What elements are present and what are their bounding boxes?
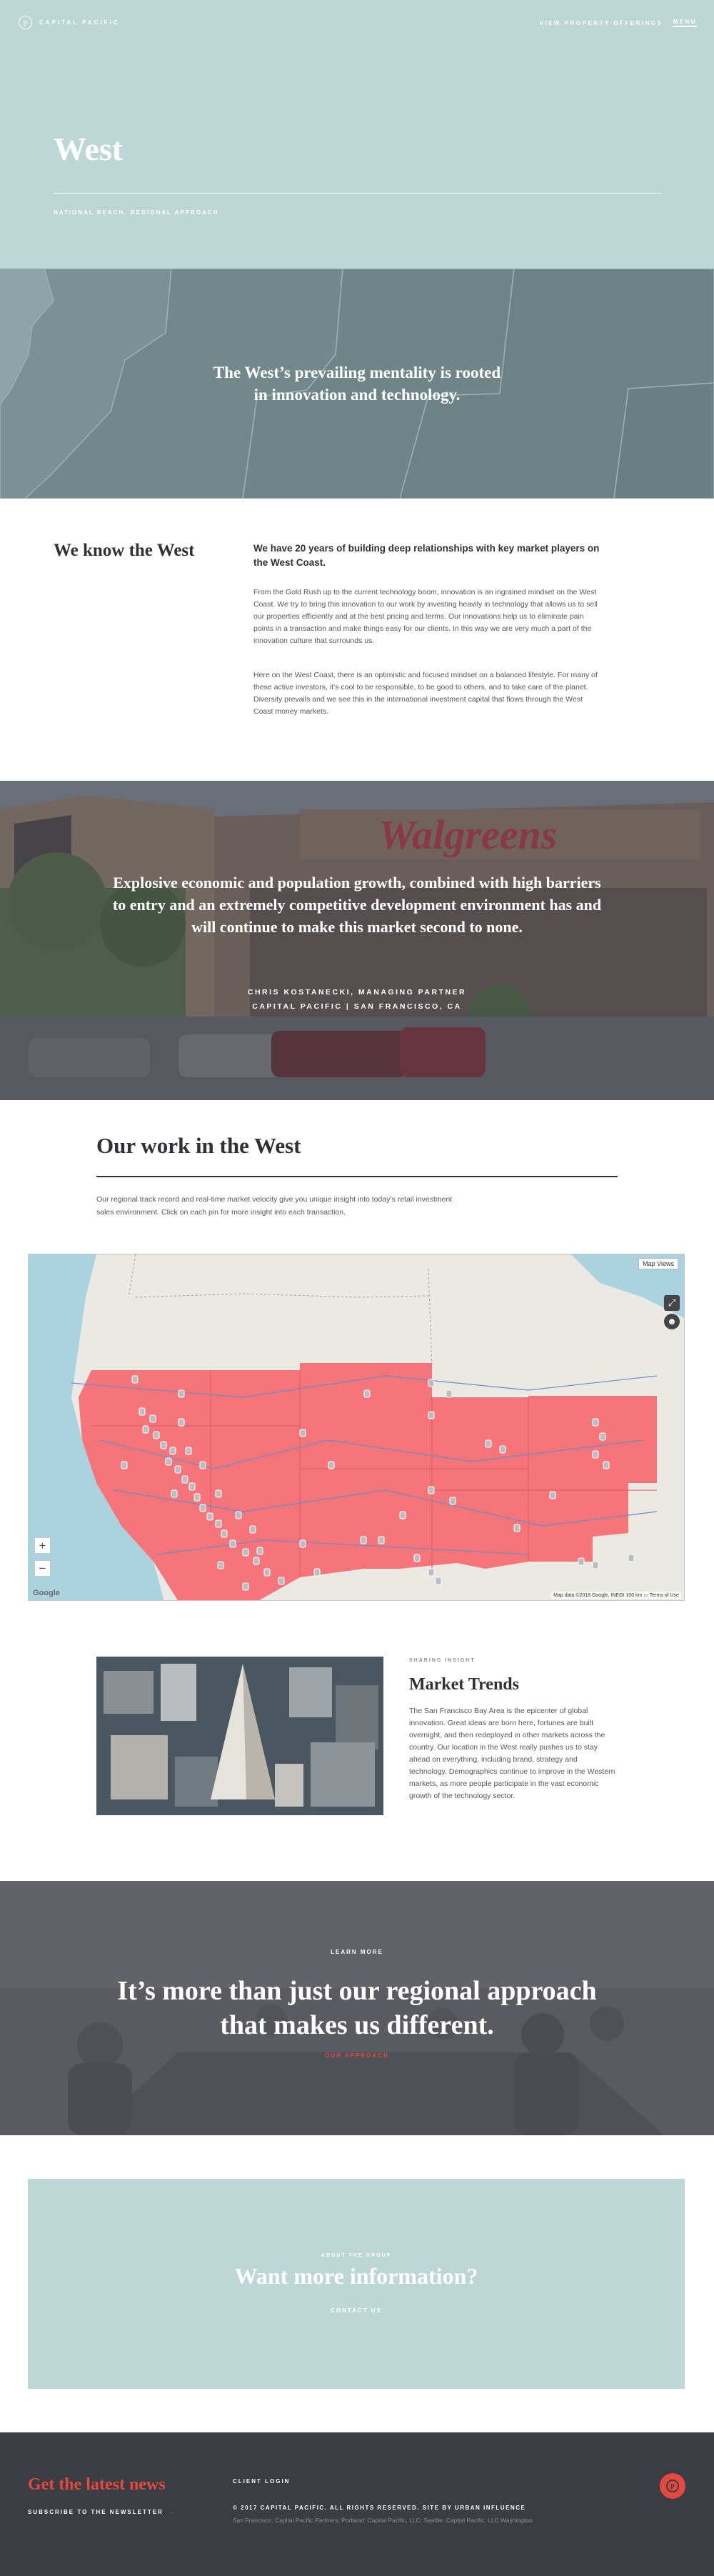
- page-title: West: [54, 131, 124, 167]
- more-information-heading: Want more information?: [234, 2263, 478, 2289]
- storefront-quote-section: Walgreens Explosive economic and populat…: [0, 781, 714, 1100]
- footer-logo-icon[interactable]: p: [660, 2473, 685, 2499]
- our-approach-link[interactable]: OUR APPROACH: [0, 2052, 714, 2059]
- our-work-description: Our regional track record and real-time …: [96, 1195, 453, 1217]
- subscribe-newsletter-link[interactable]: SUBSCRIBE TO THE NEWSLETTER →: [28, 2509, 176, 2515]
- arrow-right-icon: →: [169, 2509, 176, 2515]
- quote-attribution-company: CAPITAL PACIFIC | SAN FRANCISCO, CA: [252, 1002, 462, 1011]
- market-trends-photo: [96, 1657, 383, 1815]
- logo-text: CAPITAL PACIFIC: [39, 19, 120, 26]
- newsletter-heading: Get the latest news: [28, 2475, 166, 2494]
- nav-menu-button[interactable]: MENU: [673, 19, 697, 27]
- know-the-west-paragraph-1: From the Gold Rush up to the current tec…: [253, 588, 598, 645]
- mentality-banner: The West’s prevailing mentality is roote…: [0, 269, 714, 499]
- map-canvas[interactable]: [29, 1254, 685, 1601]
- top-nav: VIEW PROPERTY OFFERINGS MENU: [540, 19, 697, 27]
- more-information-box: ABOUT THE GROUP Want more information? C…: [28, 2179, 685, 2389]
- google-logo: Google: [33, 1589, 60, 1597]
- transactions-map[interactable]: Map Views ⤢ ☻ + − Google Map data ©2018 …: [28, 1254, 685, 1601]
- logo-mark-glyph: p: [24, 19, 27, 26]
- map-attribution[interactable]: Map data ©2018 Google, INEGI 100 km ▭ Te…: [551, 1592, 681, 1599]
- our-work-divider: [96, 1176, 618, 1177]
- zoom-out-button[interactable]: −: [34, 1560, 51, 1577]
- know-the-west-lead: We have 20 years of building deep relati…: [253, 543, 600, 568]
- zoom-in-button[interactable]: +: [34, 1537, 51, 1554]
- site-logo[interactable]: p CAPITAL PACIFIC: [19, 16, 120, 29]
- pegman-icon[interactable]: ☻: [664, 1314, 680, 1329]
- client-login-link[interactable]: CLIENT LOGIN: [233, 2478, 290, 2485]
- footer-logo-glyph: p: [666, 2480, 679, 2492]
- contact-us-link[interactable]: CONTACT US: [28, 2307, 685, 2314]
- know-the-west-heading: We know the West: [54, 541, 195, 560]
- managing-partner-quote: Explosive economic and population growth…: [112, 874, 602, 936]
- mentality-quote-line2: in innovation and technology.: [253, 386, 461, 404]
- logo-mark-icon: p: [19, 16, 32, 29]
- market-trends-body: The San Francisco Bay Area is the epicen…: [409, 1707, 615, 1800]
- trends-kicker: SHARING INSIGHT: [409, 1658, 476, 1663]
- know-the-west-paragraph-2: Here on the West Coast, there is an opti…: [253, 671, 598, 716]
- storefront-photo: Walgreens: [0, 781, 714, 1100]
- mentality-quote: The West’s prevailing mentality is roote…: [0, 361, 714, 406]
- quote-attribution-name: CHRIS KOSTANECKI, MANAGING PARTNER: [247, 988, 467, 997]
- hero-section: p CAPITAL PACIFIC VIEW PROPERTY OFFERING…: [0, 0, 714, 269]
- fullscreen-icon[interactable]: ⤢: [664, 1295, 680, 1311]
- hero-divider: [54, 193, 662, 194]
- learn-more-heading: It’s more than just our regional approac…: [117, 1976, 597, 2040]
- map-views-button[interactable]: Map Views: [638, 1258, 678, 1269]
- learn-more-kicker: LEARN MORE: [331, 1949, 383, 1955]
- mentality-quote-line1: The West’s prevailing mentality is roote…: [213, 364, 501, 381]
- site-footer: Get the latest news SUBSCRIBE TO THE NEW…: [0, 2432, 714, 2576]
- quote-attribution: CHRIS KOSTANECKI, MANAGING PARTNER CAPIT…: [0, 985, 714, 1014]
- hero-subtitle: NATIONAL REACH. REGIONAL APPROACH: [54, 209, 219, 216]
- learn-more-section: LEARN MORE It’s more than just our regio…: [0, 1881, 714, 2135]
- our-work-heading: Our work in the West: [96, 1133, 301, 1158]
- market-trends-title[interactable]: Market Trends: [409, 1675, 519, 1694]
- copyright-text: © 2017 CAPITAL PACIFIC. ALL RIGHTS RESER…: [233, 2505, 526, 2511]
- office-locations: San Francisco: Capital Pacific Partners;…: [233, 2517, 533, 2524]
- aerial-city-image: [96, 1657, 383, 1815]
- nav-property-offerings-link[interactable]: VIEW PROPERTY OFFERINGS: [540, 20, 663, 26]
- subscribe-label[interactable]: SUBSCRIBE TO THE NEWSLETTER: [28, 2509, 164, 2515]
- about-group-kicker: ABOUT THE GROUP: [321, 2253, 392, 2258]
